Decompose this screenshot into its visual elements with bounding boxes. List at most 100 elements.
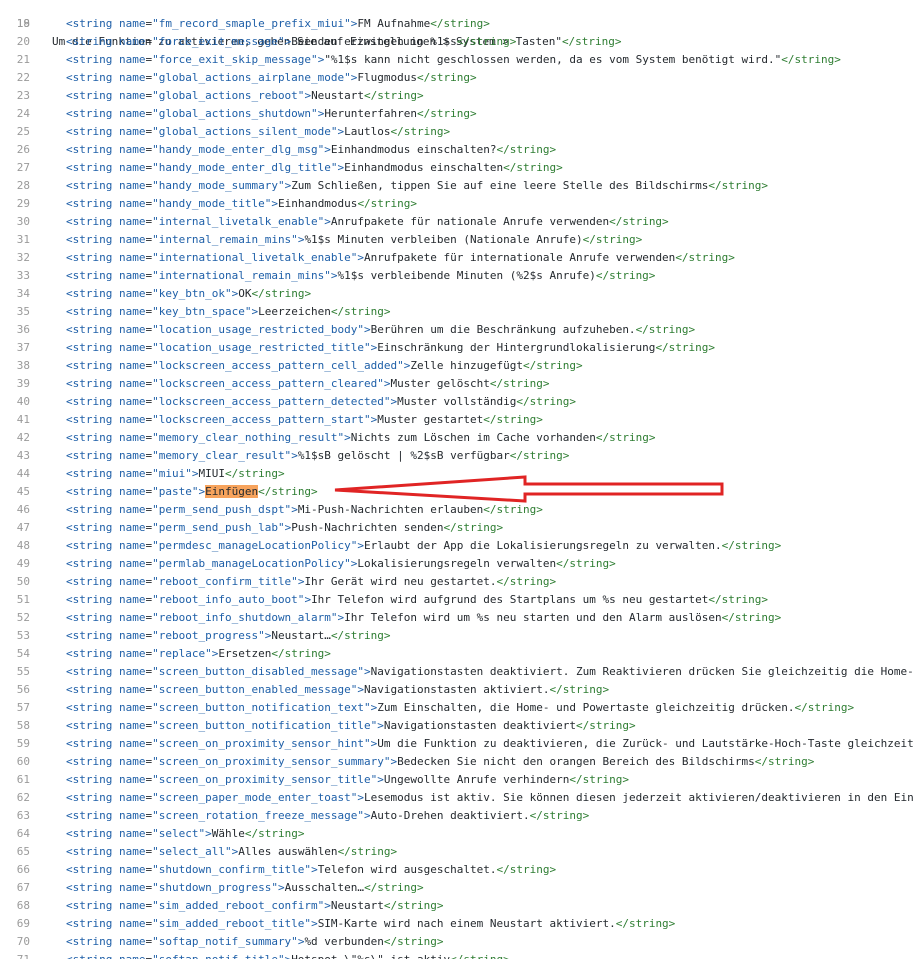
attribute-name: name [118, 359, 146, 372]
line-number: 61 [16, 773, 30, 786]
attribute-value: "miui" [152, 467, 192, 480]
open-tag: <string [66, 251, 119, 264]
code-line: 35 <string name="key_btn_space">Leerzeich… [0, 303, 915, 321]
open-tag-end: > [271, 197, 278, 210]
code-view[interactable]: 18 Um die Funktion zu aktivieren, gehen … [0, 0, 915, 959]
open-tag: <string [66, 881, 119, 894]
code-text: <string name="reboot_info_shutdown_alarm… [66, 609, 781, 627]
closing-tag: </string> [615, 917, 676, 930]
code-text: <string name="reboot_confirm_title">Ihr … [66, 573, 556, 591]
code-text: <string name="international_remain_mins"… [66, 267, 655, 285]
line-number: 43 [16, 449, 30, 462]
code-line: 19 <string name="fm_record_smaple_prefix_… [0, 15, 915, 33]
attribute-value: "screen_button_enabled_message" [152, 683, 358, 696]
closing-tag: </string> [443, 521, 504, 534]
attribute-value: "key_btn_ok" [152, 287, 232, 300]
open-tag: <string [66, 359, 119, 372]
code-text: <string name="force_exit_skip_message">"… [66, 51, 841, 69]
attribute-name: name [118, 557, 146, 570]
line-number: 68 [16, 899, 30, 912]
highlighted-string-content: Einfügen [205, 485, 259, 498]
attribute-value: "permlab_manageLocationPolicy" [152, 557, 351, 570]
string-content: Flugmodus [357, 71, 418, 84]
open-tag-end: > [311, 863, 318, 876]
open-tag: <string [66, 611, 119, 624]
attribute-name: name [118, 755, 146, 768]
open-tag: <string [66, 935, 119, 948]
closing-tag: </string> [721, 539, 782, 552]
code-line: 32 <string name="international_livetalk_e… [0, 249, 915, 267]
open-tag-end: > [383, 377, 391, 390]
code-line: 58 <string name="screen_button_notificati… [0, 717, 915, 735]
code-line: 25 <string name="global_actions_silent_mo… [0, 123, 915, 141]
string-content: Wähle [211, 827, 245, 840]
code-line: 52 <string name="reboot_info_shutdown_ala… [0, 609, 915, 627]
attribute-value: "memory_clear_nothing_result" [152, 431, 345, 444]
string-content: Neustart [330, 899, 384, 912]
attribute-name: name [118, 647, 146, 660]
open-tag-end: > [291, 503, 298, 516]
code-text: <string name="shutdown_confirm_title">Te… [66, 861, 556, 879]
attribute-value: "screen_rotation_freeze_message" [152, 809, 365, 822]
attribute-name: name [118, 53, 146, 66]
attribute-name: name [118, 161, 146, 174]
code-text: <string name="global_actions_reboot">Neu… [66, 87, 424, 105]
closing-tag: </string> [721, 611, 782, 624]
line-number: 30 [16, 215, 30, 228]
attribute-name: name [118, 485, 146, 498]
attribute-name: name [119, 953, 146, 959]
open-tag-end: > [377, 719, 384, 732]
attribute-name: name [118, 521, 146, 534]
attribute-name: name [118, 341, 146, 354]
closing-tag: </string> [364, 881, 424, 894]
line-number: 27 [16, 161, 30, 174]
attribute-value: "reboot_progress" [152, 629, 265, 642]
string-content: Einhandmodus einschalten [344, 161, 504, 174]
open-tag: <string [66, 719, 119, 732]
code-text: <string name="global_actions_shutdown">H… [66, 105, 477, 123]
attribute-name: name [118, 935, 146, 948]
attribute-value: "handy_mode_title" [152, 197, 272, 210]
closing-tag: </string> [456, 35, 517, 48]
attribute-value: "reboot_info_auto_boot" [152, 593, 305, 606]
open-tag: <string [66, 629, 119, 642]
string-content: Telefon wird ausgeschaltet. [317, 863, 497, 876]
attribute-value: "select_all" [152, 845, 232, 858]
code-text: <string name="screen_button_disabled_mes… [66, 663, 914, 681]
code-text: <string name="force_exit_message">Beende… [66, 33, 516, 51]
line-number: 57 [16, 701, 30, 714]
attribute-value: "location_usage_restricted_body" [152, 323, 365, 336]
code-text: <string name="screen_button_notification… [66, 717, 636, 735]
attribute-value: "global_actions_airplane_mode" [152, 71, 351, 84]
open-tag: <string [66, 395, 119, 408]
attribute-name: name [118, 125, 146, 138]
attribute-name: name [118, 719, 146, 732]
line-number: 19 [16, 17, 30, 30]
line-number: 41 [16, 413, 30, 426]
attribute-value: "internal_livetalk_enable" [152, 215, 325, 228]
closing-tag: </string> [496, 863, 557, 876]
string-content: Ersetzen [218, 647, 272, 660]
string-content: %1$s verbleibende Minuten (%2$s Anrufe) [337, 269, 596, 282]
attribute-value: "reboot_info_shutdown_alarm" [152, 611, 338, 624]
string-content: Lokalisierungsregeln verwalten [357, 557, 557, 570]
attribute-value: "reboot_confirm_title" [152, 575, 298, 588]
code-line: 36 <string name="location_usage_restricte… [0, 321, 915, 339]
string-content: Einschränkung der Hintergrundlokalisieru… [377, 341, 656, 354]
attribute-value: "sim_added_reboot_confirm" [152, 899, 325, 912]
open-tag: <string [66, 845, 119, 858]
open-tag: <string [66, 179, 119, 192]
attribute-value: "handy_mode_enter_dlg_msg" [152, 143, 325, 156]
open-tag: <string [66, 17, 119, 30]
line-number: 55 [16, 665, 30, 678]
closing-tag: </string> [635, 323, 696, 336]
code-line: 20 <string name="force_exit_message">Been… [0, 33, 915, 51]
string-content: SIM-Karte wird nach einem Neustart aktiv… [317, 917, 616, 930]
string-content: Muster gelöscht [390, 377, 490, 390]
code-text: <string name="key_btn_space">Leerzeichen… [66, 303, 391, 321]
line-number: 28 [16, 179, 30, 192]
line-number: 60 [16, 755, 30, 768]
open-tag: <string [66, 791, 119, 804]
attribute-value: "softap_notif_title" [152, 953, 284, 959]
line-number: 40 [16, 395, 30, 408]
